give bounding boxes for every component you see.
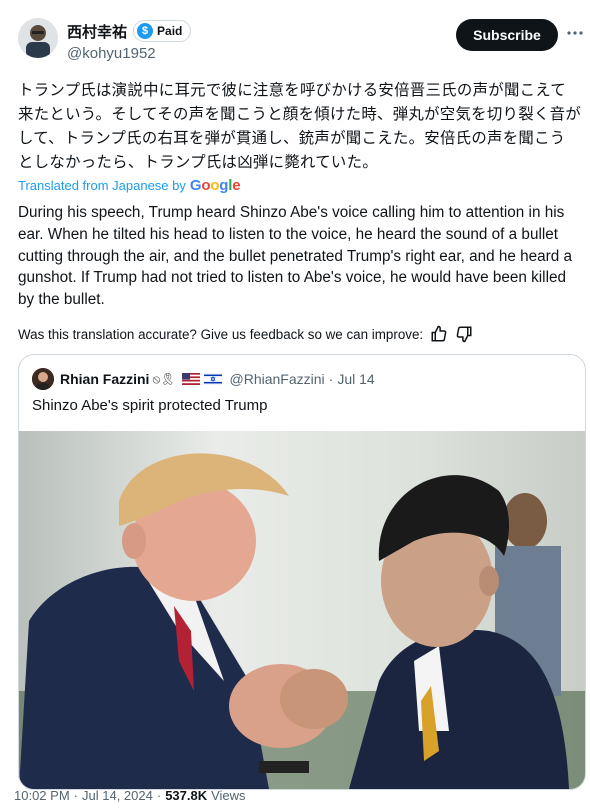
google-logo: Google	[189, 177, 241, 194]
quoted-author-name[interactable]: Rhian Fazzini	[60, 371, 149, 387]
views-label: Views	[211, 788, 246, 803]
subscribe-button[interactable]: Subscribe	[456, 19, 558, 51]
thumbs-up-icon[interactable]	[430, 325, 448, 343]
author-name-row: 西村幸祐 $ Paid	[67, 20, 192, 42]
emoji-icons: ⦸🎗	[152, 371, 176, 386]
translated-label: Translated from Japanese by	[18, 178, 186, 193]
israel-flag-icon	[203, 373, 222, 385]
meta-separator: ·	[73, 788, 78, 803]
more-icon[interactable]	[564, 22, 586, 44]
quoted-date[interactable]: Jul 14	[337, 371, 374, 387]
paid-badge[interactable]: $ Paid	[133, 20, 192, 42]
author-display-name[interactable]: 西村幸祐	[67, 21, 127, 42]
dollar-icon: $	[137, 23, 154, 39]
translation-feedback: Was this translation accurate? Give us f…	[18, 325, 473, 343]
us-flag-icon	[181, 373, 200, 385]
post-original-text: トランプ氏は演説中に耳元で彼に注意を呼びかける安倍晋三氏の声が聞こえて来たという…	[18, 81, 582, 171]
meta-separator: ·	[156, 788, 162, 803]
tweet-card: 西村幸祐 $ Paid @kohyu1952 Subscribe トランプ氏は演…	[0, 0, 590, 809]
thumbs-down-icon[interactable]	[455, 325, 473, 343]
quoted-tweet-text: Shinzo Abe's spirit protected Trump	[32, 397, 268, 414]
quoted-tweet-header: Rhian Fazzini ⦸🎗 @RhianFazzini · Jul 14	[32, 368, 375, 390]
tweet-metadata: 10:02 PM · Jul 14, 2024 · 537.8K Views	[14, 788, 246, 803]
author-handle[interactable]: @kohyu1952	[67, 45, 156, 62]
post-translated-text: During his speech, Trump heard Shinzo Ab…	[18, 204, 572, 309]
quoted-author-handle[interactable]: @RhianFazzini	[230, 371, 325, 387]
quoted-author-avatar[interactable]	[32, 368, 54, 390]
author-avatar[interactable]	[18, 18, 58, 58]
tweet-date[interactable]: Jul 14, 2024	[82, 788, 153, 803]
quoted-separator: ·	[328, 371, 334, 387]
quoted-tweet[interactable]: Rhian Fazzini ⦸🎗 @RhianFazzini · Jul 14 …	[18, 354, 586, 790]
tweet-time[interactable]: 10:02 PM	[14, 788, 70, 803]
translation-attribution[interactable]: Translated from Japanese by Google	[18, 177, 241, 194]
feedback-prompt: Was this translation accurate? Give us f…	[18, 326, 424, 342]
paid-badge-label: Paid	[157, 24, 183, 38]
views-count: 537.8K	[165, 788, 208, 803]
quoted-tweet-photo[interactable]	[19, 431, 585, 789]
